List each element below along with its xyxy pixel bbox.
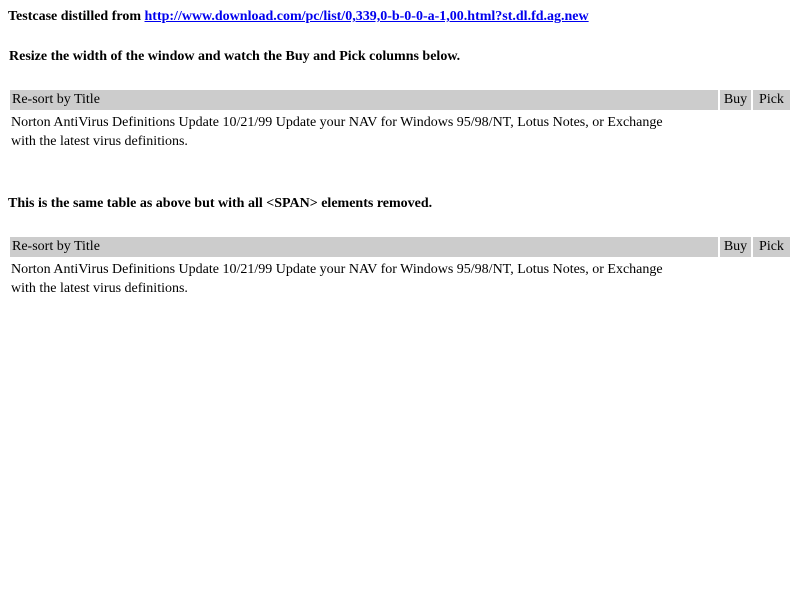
row-description-cell: Norton AntiVirus Definitions Update 10/2… (10, 112, 790, 151)
table-row: Norton AntiVirus Definitions Update 10/2… (10, 259, 790, 298)
resort-by-title-label[interactable]: Re-sort by Title (12, 92, 100, 107)
source-link[interactable]: http://www.download.com/pc/list/0,339,0-… (145, 9, 589, 24)
pick-column-header: Pick (753, 237, 790, 257)
table-header-row: Re-sort by Title Buy Pick (10, 90, 790, 110)
resort-by-title-header[interactable]: Re-sort by Title (10, 237, 718, 257)
buy-label: Buy (723, 92, 748, 107)
intro-prefix: Testcase distilled from (8, 9, 141, 24)
listing-table-with-spans: Re-sort by Title Buy Pick Norton AntiVir… (8, 88, 792, 153)
row-description: Norton AntiVirus Definitions Update 10/2… (11, 262, 663, 296)
testcase-intro: Testcase distilled from http://www.downl… (8, 9, 792, 25)
pick-column-header: Pick (753, 90, 790, 110)
resort-by-title-header[interactable]: Re-sort by Title (10, 90, 718, 110)
row-description-cell: Norton AntiVirus Definitions Update 10/2… (10, 259, 790, 298)
same-table-note: This is the same table as above but with… (8, 196, 433, 211)
buy-column-header: Buy (720, 90, 751, 110)
table-header-row: Re-sort by Title Buy Pick (10, 237, 790, 257)
row-description: Norton AntiVirus Definitions Update 10/2… (11, 115, 663, 149)
listing-table-without-spans: Re-sort by Title Buy Pick Norton AntiVir… (8, 235, 792, 300)
buy-column-header: Buy (720, 237, 751, 257)
table-row: Norton AntiVirus Definitions Update 10/2… (10, 112, 790, 151)
pick-label: Pick (759, 92, 784, 107)
instruction-note: Resize the width of the window and watch… (9, 49, 461, 64)
